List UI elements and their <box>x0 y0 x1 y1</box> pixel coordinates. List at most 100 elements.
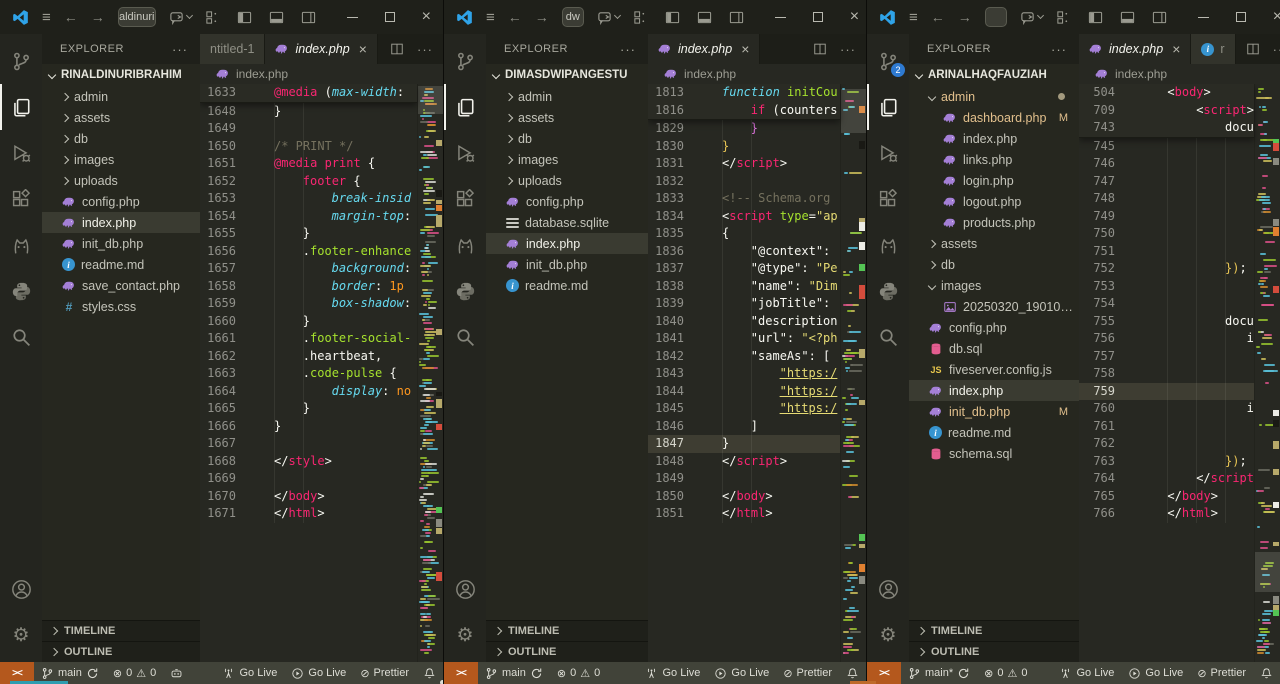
command-center-search[interactable]: dw <box>562 7 584 27</box>
settings-gear-icon[interactable]: ⚙ <box>0 612 42 658</box>
file-config-php[interactable]: config.php <box>909 317 1079 338</box>
menu-icon[interactable]: ≡ <box>486 9 495 26</box>
file-dashboard-php[interactable]: dashboard.phpM <box>909 107 1079 128</box>
settings-gear-icon[interactable]: ⚙ <box>867 612 909 658</box>
go-live-broadcast-button[interactable]: Go Live <box>1052 662 1121 684</box>
back-button[interactable]: ← <box>64 9 78 25</box>
extensions-icon[interactable] <box>867 176 909 222</box>
panel-outline[interactable]: OUTLINE <box>42 641 200 662</box>
menu-icon[interactable]: ≡ <box>42 9 51 26</box>
source-control-icon[interactable] <box>0 38 42 84</box>
python-icon[interactable] <box>867 268 909 314</box>
code-editor[interactable]: 1813function initCou1816if (counters1829… <box>648 84 866 662</box>
folder-assets[interactable]: assets <box>42 107 200 128</box>
maximize-button[interactable] <box>1236 12 1246 22</box>
extensions-icon[interactable] <box>444 176 486 222</box>
problems-status[interactable]: ⊗0⚠0 <box>550 662 607 684</box>
chat-button[interactable] <box>1020 10 1043 25</box>
panel-outline[interactable]: OUTLINE <box>486 641 648 662</box>
toggle-panel-button[interactable] <box>697 10 712 25</box>
explorer-icon[interactable] <box>867 84 909 130</box>
file-index-php[interactable]: index.php <box>42 212 200 233</box>
forward-button[interactable]: → <box>535 9 549 25</box>
back-button[interactable]: ← <box>931 9 945 25</box>
python-icon[interactable] <box>0 268 42 314</box>
cat-extension-icon[interactable] <box>0 222 42 268</box>
file-logout-php[interactable]: logout.php <box>909 191 1079 212</box>
toggle-sidebar-button[interactable] <box>665 10 680 25</box>
source-control-icon[interactable]: 2 <box>867 38 909 84</box>
remote-indicator[interactable]: >< <box>444 662 478 684</box>
toggle-secondary-sidebar-button[interactable] <box>301 10 316 25</box>
folder-assets[interactable]: assets <box>909 233 1079 254</box>
file-init-db-php[interactable]: init_db.php <box>486 254 648 275</box>
toggle-panel-button[interactable] <box>269 10 284 25</box>
settings-gear-icon[interactable]: ⚙ <box>444 612 486 658</box>
file-20250320-190104-1-[interactable]: 20250320_190104[1]... <box>909 296 1079 317</box>
code-editor[interactable]: 1633@media (max-width:1648}16491650/* PR… <box>200 84 443 662</box>
customize-layout-button[interactable] <box>1056 10 1071 25</box>
toggle-panel-button[interactable] <box>1120 10 1135 25</box>
file-db-sql[interactable]: db.sql <box>909 338 1079 359</box>
code-editor[interactable]: 504<body>709<script>743documen745ani7467… <box>1079 84 1280 662</box>
breadcrumb[interactable]: index.php <box>200 64 443 84</box>
prettier-status[interactable]: ⊘Prettier <box>1190 662 1253 684</box>
minimap[interactable] <box>840 84 866 662</box>
workspace-root[interactable]: RINALDINURIBRAHIM <box>42 64 200 86</box>
file-products-php[interactable]: products.php <box>909 212 1079 233</box>
file-tree[interactable]: RINALDINURIBRAHIMadminassetsdbimagesuplo… <box>42 64 200 620</box>
folder-images[interactable]: images <box>42 149 200 170</box>
cat-extension-icon[interactable] <box>867 222 909 268</box>
close-button[interactable]: × <box>850 9 859 25</box>
customize-layout-button[interactable] <box>633 10 648 25</box>
breadcrumb[interactable]: index.php <box>1079 64 1280 84</box>
minimize-button[interactable] <box>775 17 786 18</box>
file-config-php[interactable]: config.php <box>486 191 648 212</box>
account-icon[interactable] <box>0 566 42 612</box>
file-index-php[interactable]: index.php <box>486 233 648 254</box>
tab-index-php[interactable]: index.php× <box>265 34 377 64</box>
tab-index-php[interactable]: index.php× <box>1079 34 1191 64</box>
explorer-icon[interactable] <box>0 84 42 130</box>
search-icon[interactable] <box>0 314 42 360</box>
file-save-contact-php[interactable]: save_contact.php <box>42 275 200 296</box>
file-index-php[interactable]: index.php <box>909 380 1079 401</box>
panel-timeline[interactable]: TIMELINE <box>42 620 200 641</box>
account-icon[interactable] <box>867 566 909 612</box>
explorer-more-actions[interactable]: ··· <box>620 42 636 57</box>
editor-more-actions[interactable]: ··· <box>840 42 856 57</box>
file-tree[interactable]: DIMASDWIPANGESTUadminassetsdbimagesuploa… <box>486 64 648 620</box>
git-branch-status[interactable]: main* <box>901 662 977 684</box>
split-editor-button[interactable] <box>1246 42 1260 56</box>
folder-db[interactable]: db <box>909 254 1079 275</box>
prettier-status[interactable]: ⊘Prettier <box>353 662 416 684</box>
command-center-search[interactable] <box>985 7 1007 27</box>
chat-button[interactable] <box>169 10 192 25</box>
file-config-php[interactable]: config.php <box>42 191 200 212</box>
folder-images[interactable]: images <box>486 149 648 170</box>
minimap[interactable] <box>417 84 443 662</box>
copilot-status[interactable] <box>163 662 190 684</box>
go-live-play-button[interactable]: Go Live <box>284 662 353 684</box>
minimize-button[interactable] <box>1198 17 1209 18</box>
editor-more-actions[interactable]: ··· <box>1273 42 1280 57</box>
folder-db[interactable]: db <box>42 128 200 149</box>
explorer-icon[interactable] <box>444 84 486 130</box>
maximize-button[interactable] <box>385 12 395 22</box>
back-button[interactable]: ← <box>508 9 522 25</box>
workspace-root[interactable]: ARINALHAQFAUZIAH <box>909 64 1079 86</box>
extensions-icon[interactable] <box>0 176 42 222</box>
close-tab-icon[interactable]: × <box>1172 41 1180 57</box>
go-live-broadcast-button[interactable]: Go Live <box>638 662 707 684</box>
run-debug-icon[interactable] <box>867 130 909 176</box>
tab-ntitled-1[interactable]: ntitled-1 <box>200 34 265 64</box>
go-live-play-button[interactable]: Go Live <box>707 662 776 684</box>
maximize-button[interactable] <box>813 12 823 22</box>
account-icon[interactable] <box>444 566 486 612</box>
panel-timeline[interactable]: TIMELINE <box>486 620 648 641</box>
go-live-broadcast-button[interactable]: Go Live <box>215 662 284 684</box>
explorer-more-actions[interactable]: ··· <box>172 42 188 57</box>
file-readme-md[interactable]: ireadme.md <box>42 254 200 275</box>
chat-button[interactable] <box>597 10 620 25</box>
file-styles-css[interactable]: #styles.css <box>42 296 200 317</box>
